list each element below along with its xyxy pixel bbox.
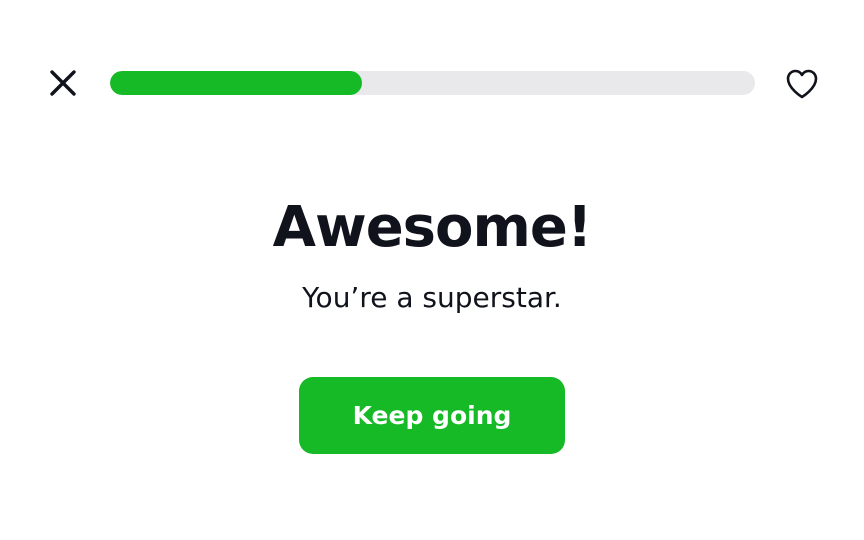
page-title: Awesome!	[272, 195, 593, 260]
page-subtitle: You’re a superstar.	[302, 281, 562, 314]
progress-bar-fill	[110, 71, 362, 95]
progress-bar	[110, 71, 755, 95]
heart-outline-icon	[786, 69, 818, 99]
lesson-complete-screen: Awesome! You’re a superstar. Keep going	[0, 0, 864, 540]
keep-going-button[interactable]: Keep going	[299, 377, 565, 454]
favorite-button[interactable]	[782, 64, 822, 104]
close-icon	[50, 70, 76, 96]
top-bar	[0, 0, 864, 168]
close-button[interactable]	[44, 64, 82, 102]
